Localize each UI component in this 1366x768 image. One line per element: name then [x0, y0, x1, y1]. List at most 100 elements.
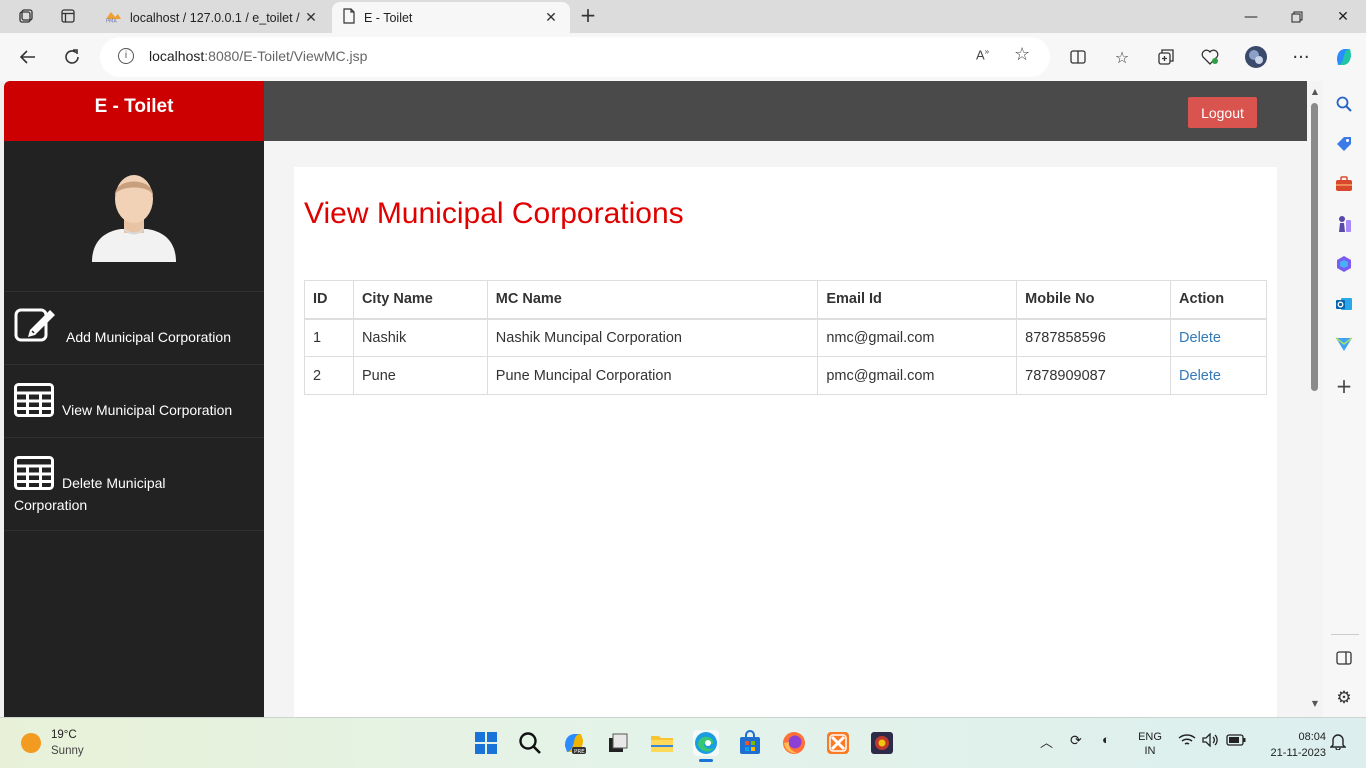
address-bar[interactable]: i localhost:8080/E-Toilet/ViewMC.jsp A» … [100, 37, 1050, 77]
delete-link[interactable]: Delete [1179, 368, 1221, 384]
more-options-icon[interactable]: ··· [1289, 45, 1313, 69]
tab-actions-icon[interactable] [54, 4, 82, 28]
cell-email: nmc@gmail.com [817, 318, 1018, 357]
favorite-star-icon[interactable]: ☆ [1014, 44, 1030, 65]
page-viewport: E - Toilet Logout Add Municipal Corporat… [4, 81, 1323, 717]
edge-sidebar: + ⚙ [1323, 81, 1366, 717]
logout-button[interactable]: Logout [1188, 97, 1257, 128]
menu-label: Corporation [14, 497, 88, 513]
firefox-icon[interactable] [781, 730, 807, 756]
menu-label: Delete Municipal [62, 475, 166, 491]
split-screen-icon[interactable] [1066, 45, 1090, 69]
cell-mc-name: Pune Muncipal Corporation [486, 356, 819, 395]
tab-title: E - Toilet [364, 10, 413, 25]
sync-icon[interactable]: ⟳ [1070, 732, 1082, 749]
task-view-icon[interactable] [605, 730, 631, 756]
games-chess-icon[interactable] [1333, 213, 1355, 235]
browser-essentials-icon[interactable] [1198, 45, 1222, 69]
add-sidebar-app-icon[interactable]: + [1333, 374, 1355, 398]
scrollbar-thumb[interactable] [1311, 103, 1318, 391]
tab-phpmyadmin[interactable]: PMA localhost / 127.0.0.1 / e_toilet / m… [94, 2, 330, 33]
close-tab-icon[interactable]: ✕ [542, 9, 560, 26]
send-drop-icon[interactable] [1333, 333, 1355, 355]
cell-city: Pune [352, 356, 488, 395]
clock[interactable]: 08:04 21-11-2023 [1258, 729, 1326, 761]
scroll-down-icon[interactable]: ▼ [1310, 699, 1320, 708]
weather-temperature[interactable]: 19°C [51, 729, 77, 741]
svg-text:PRE: PRE [574, 749, 585, 755]
tools-briefcase-icon[interactable] [1333, 173, 1355, 195]
read-aloud-icon[interactable]: A» [976, 47, 989, 62]
menu-label: View Municipal Corporation [62, 402, 233, 418]
search-icon[interactable] [517, 730, 543, 756]
edge-browser-icon[interactable] [693, 730, 719, 762]
column-header: City Name [352, 280, 488, 320]
table-row: 2 Pune Pune Muncipal Corporation pmc@gma… [304, 356, 1267, 395]
table-grid-icon [14, 383, 54, 420]
menu-add-municipal-corporation[interactable]: Add Municipal Corporation [4, 292, 264, 365]
shopping-tag-icon[interactable] [1333, 133, 1355, 155]
battery-icon[interactable] [1226, 734, 1246, 749]
back-icon[interactable] [14, 43, 42, 71]
refresh-icon[interactable] [58, 43, 86, 71]
outlook-icon[interactable] [1333, 293, 1355, 315]
network-globe-icon[interactable]: ◐ [1102, 732, 1110, 747]
cell-mc-name: Nashik Muncipal Corporation [486, 318, 819, 357]
menu-view-municipal-corporation[interactable]: View Municipal Corporation [4, 365, 264, 438]
notifications-bell-icon[interactable] [1329, 732, 1347, 753]
wifi-icon[interactable] [1178, 733, 1196, 750]
microsoft-365-icon[interactable] [1333, 253, 1355, 275]
url-host: localhost [149, 48, 205, 64]
phpmyadmin-favicon-icon: PMA [104, 9, 122, 26]
cell-action: Delete [1170, 356, 1267, 395]
top-navbar: Logout [264, 81, 1311, 141]
microsoft-store-icon[interactable] [737, 730, 763, 756]
collections-icon[interactable] [1154, 45, 1178, 69]
close-tab-icon[interactable]: ✕ [302, 9, 320, 26]
show-hidden-icons-chevron-icon[interactable]: ︿ [1040, 732, 1053, 751]
tab-e-toilet[interactable]: E - Toilet ✕ [332, 2, 570, 33]
column-header: MC Name [486, 280, 819, 320]
weather-condition[interactable]: Sunny [51, 745, 84, 757]
scroll-up-icon[interactable]: ▲ [1310, 87, 1320, 96]
language-indicator[interactable]: ENG IN [1134, 730, 1166, 758]
edit-icon [14, 306, 58, 345]
browser-toolbar: i localhost:8080/E-Toilet/ViewMC.jsp A» … [0, 33, 1366, 81]
site-info-icon[interactable]: i [118, 48, 134, 64]
page-scrollbar[interactable]: ▲ ▼ [1307, 81, 1323, 717]
brand-title[interactable]: E - Toilet [4, 81, 264, 141]
cell-mobile: 7878909087 [1016, 356, 1172, 395]
menu-label: Add Municipal Corporation [66, 329, 231, 345]
profile-avatar-icon[interactable] [1244, 45, 1268, 69]
volume-icon[interactable] [1202, 732, 1220, 750]
restore-icon[interactable] [1274, 0, 1320, 33]
app-icon[interactable] [869, 730, 895, 756]
column-header: Action [1170, 280, 1267, 320]
copilot-icon[interactable] [1332, 45, 1356, 69]
browser-tab-bar: PMA localhost / 127.0.0.1 / e_toilet / m… [0, 0, 1366, 33]
windows-start-icon[interactable] [473, 730, 499, 756]
search-icon[interactable] [1333, 93, 1355, 115]
sun-weather-icon[interactable] [21, 733, 41, 753]
sidebar: Add Municipal Corporation View Municipal… [4, 141, 264, 717]
cell-mobile: 8787858596 [1016, 318, 1172, 357]
workspaces-icon[interactable] [12, 4, 40, 28]
copilot-preview-icon[interactable]: PRE [561, 730, 587, 756]
windows-taskbar: 19°C Sunny PRE ︿ ⟳ ◐ ENG IN 08:04 21-11-… [0, 717, 1366, 768]
minimize-icon[interactable]: — [1228, 0, 1274, 33]
language-code: ENG [1138, 731, 1162, 743]
table-row: 1 Nashik Nashik Muncipal Corporation nmc… [304, 318, 1267, 357]
xampp-icon[interactable] [825, 730, 851, 756]
region-code: IN [1144, 745, 1156, 757]
hide-sidebar-icon[interactable] [1333, 647, 1355, 669]
close-window-icon[interactable]: ✕ [1320, 0, 1366, 33]
url-text[interactable]: localhost:8080/E-Toilet/ViewMC.jsp [149, 48, 367, 64]
file-explorer-icon[interactable] [649, 730, 675, 756]
delete-link[interactable]: Delete [1179, 330, 1221, 346]
content-panel: View Municipal Corporations ID City Name… [294, 167, 1277, 717]
favorites-icon[interactable]: ☆ [1110, 45, 1134, 69]
menu-delete-municipal-corporation[interactable]: Delete Municipal Corporation [4, 438, 264, 531]
municipal-corporations-table: ID City Name MC Name Email Id Mobile No … [304, 280, 1267, 395]
new-tab-icon[interactable]: + [576, 4, 600, 28]
settings-gear-icon[interactable]: ⚙ [1333, 687, 1355, 709]
